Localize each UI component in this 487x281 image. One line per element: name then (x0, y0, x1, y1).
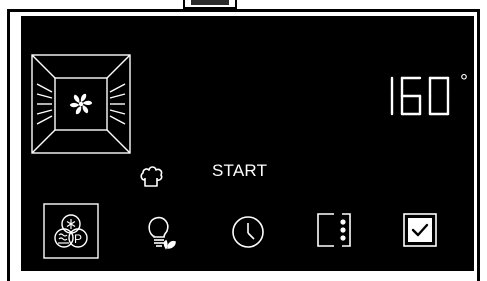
oven-light-button[interactable] (140, 210, 180, 254)
options-button[interactable] (316, 212, 352, 248)
temperature-readout: ° (390, 71, 468, 116)
top-hinge-tab (183, 0, 237, 9)
checkbox-confirm-icon (403, 213, 437, 247)
confirm-button[interactable] (402, 212, 438, 248)
oven-fan-heating-icon[interactable] (31, 54, 131, 154)
oven-light-icon (148, 216, 176, 250)
timer-button[interactable] (228, 212, 268, 252)
menu-options-icon (317, 213, 351, 247)
special-functions-button[interactable]: P (43, 203, 99, 259)
clock-icon (232, 216, 264, 248)
special-functions-icon: P (43, 203, 99, 259)
svg-text:P: P (74, 232, 82, 246)
degree-symbol: ° (460, 72, 468, 93)
top-hinge-tab-inner (191, 0, 229, 5)
start-label[interactable]: START (212, 161, 267, 181)
frame-right (477, 9, 480, 281)
temperature-display: ° (368, 71, 468, 122)
chef-hat-icon[interactable] (138, 163, 164, 189)
frame-top (7, 9, 480, 12)
frame-left (7, 9, 10, 281)
